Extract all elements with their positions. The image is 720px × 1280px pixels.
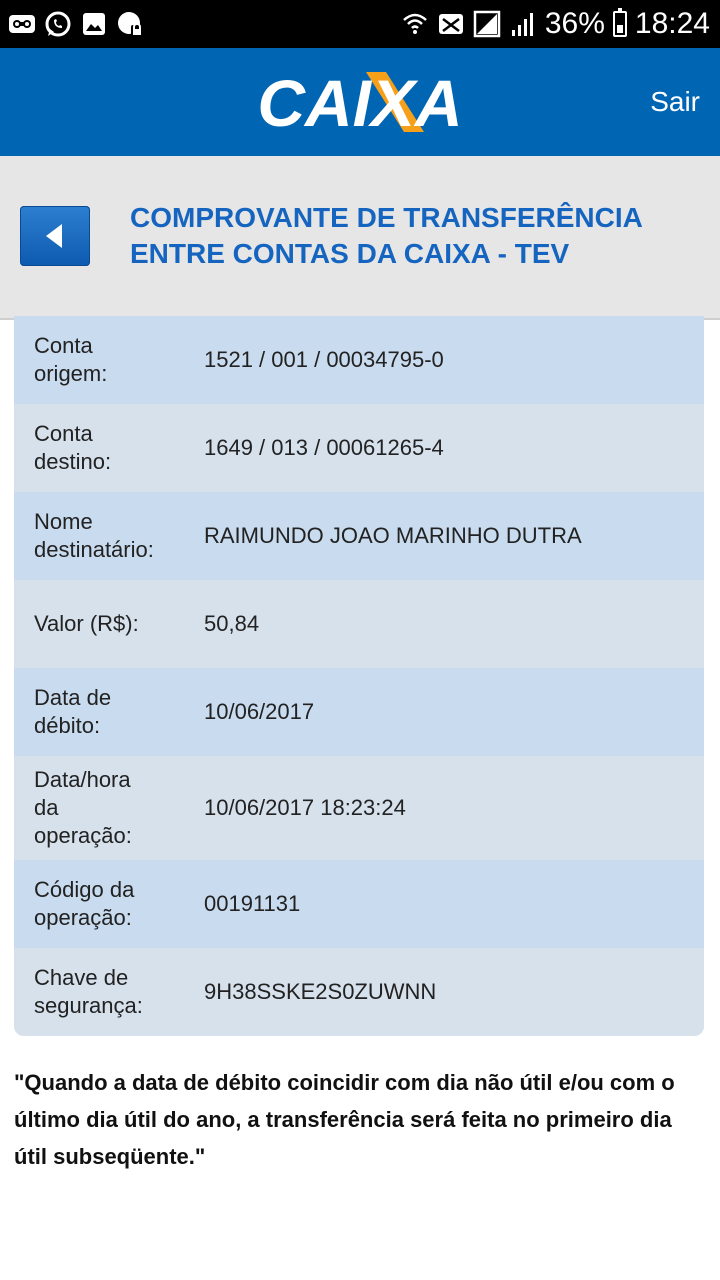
status-bar: 36% 18:24: [0, 0, 720, 48]
wifi-icon: [401, 10, 429, 38]
battery-percentage: 36%: [544, 7, 605, 40]
back-button[interactable]: [20, 206, 90, 266]
recipient-name-value: RAIMUNDO JOAO MARINHO DUTRA: [204, 523, 582, 548]
row-label: Data de débito:: [34, 685, 112, 738]
security-key-value: 9H38SSKE2S0ZUWNN: [204, 979, 437, 1004]
message-icon: [437, 10, 465, 38]
whatsapp-icon: [44, 10, 72, 38]
footer-note-line-2: último dia útil do ano, a transferência …: [14, 1107, 672, 1132]
row-label: Data/hora da operação:: [34, 767, 132, 848]
footer-note: "Quando a data de débito coincidir com d…: [14, 1064, 704, 1175]
row-label: Nome destinatário:: [34, 509, 154, 562]
receipt-row-operation-code: Código da operação: 00191131: [14, 860, 704, 948]
origin-account-value: 1521 / 001 / 00034795-0: [204, 347, 444, 372]
destination-account-value: 1649 / 013 / 00061265-4: [204, 435, 444, 460]
vpn-icon: [116, 10, 144, 38]
caixa-logo: CAIXA: [257, 66, 462, 138]
back-arrow-icon: [46, 224, 62, 248]
page-title-line-1: COMPROVANTE DE TRANSFERÊNCIA: [130, 202, 643, 233]
receipt-row-origin-account: Conta origem: 1521 / 001 / 00034795-0: [14, 316, 704, 404]
logout-button[interactable]: Sair: [650, 86, 700, 118]
operation-code-value: 00191131: [204, 891, 301, 916]
row-label: Conta destino:: [34, 421, 112, 474]
logo-text: CAIXA: [257, 66, 462, 138]
voicemail-icon: [8, 10, 36, 38]
footer-note-line-1: "Quando a data de débito coincidir com d…: [14, 1070, 675, 1095]
gallery-icon: [80, 10, 108, 38]
receipt-row-amount: Valor (R$): 50,84: [14, 580, 704, 668]
receipt-row-operation-datetime: Data/hora da operação: 10/06/2017 18:23:…: [14, 756, 704, 860]
receipt-card: Conta origem: 1521 / 001 / 00034795-0 Co…: [14, 316, 704, 1036]
receipt-row-recipient-name: Nome destinatário: RAIMUNDO JOAO MARINHO…: [14, 492, 704, 580]
row-label: Chave de segurança:: [34, 965, 143, 1018]
row-label: Valor (R$):: [34, 611, 139, 636]
receipt-row-debit-date: Data de débito: 10/06/2017: [14, 668, 704, 756]
amount-value: 50,84: [204, 611, 260, 636]
app-header: CAIXA Sair: [0, 48, 720, 156]
receipt-row-security-key: Chave de segurança: 9H38SSKE2S0ZUWNN: [14, 948, 704, 1036]
page-title: COMPROVANTE DE TRANSFERÊNCIA ENTRE CONTA…: [130, 200, 690, 272]
row-label: Conta origem:: [34, 333, 108, 386]
debit-date-value: 10/06/2017: [204, 699, 315, 724]
no-signal-icon: [473, 10, 501, 38]
page-title-line-2: ENTRE CONTAS DA CAIXA - TEV: [130, 238, 570, 269]
signal-icon: [509, 10, 537, 38]
clock: 18:24: [634, 7, 710, 40]
receipt-row-destination-account: Conta destino: 1649 / 013 / 00061265-4: [14, 404, 704, 492]
row-label: Código da operação:: [34, 877, 135, 930]
footer-note-line-3: útil subseqüente.": [14, 1144, 206, 1169]
operation-datetime-value: 10/06/2017 18:23:24: [204, 795, 406, 820]
battery-icon: [612, 8, 627, 37]
title-section: COMPROVANTE DE TRANSFERÊNCIA ENTRE CONTA…: [0, 156, 720, 320]
system-icons: 36% 18:24: [401, 6, 710, 42]
notification-icons: [8, 10, 144, 38]
